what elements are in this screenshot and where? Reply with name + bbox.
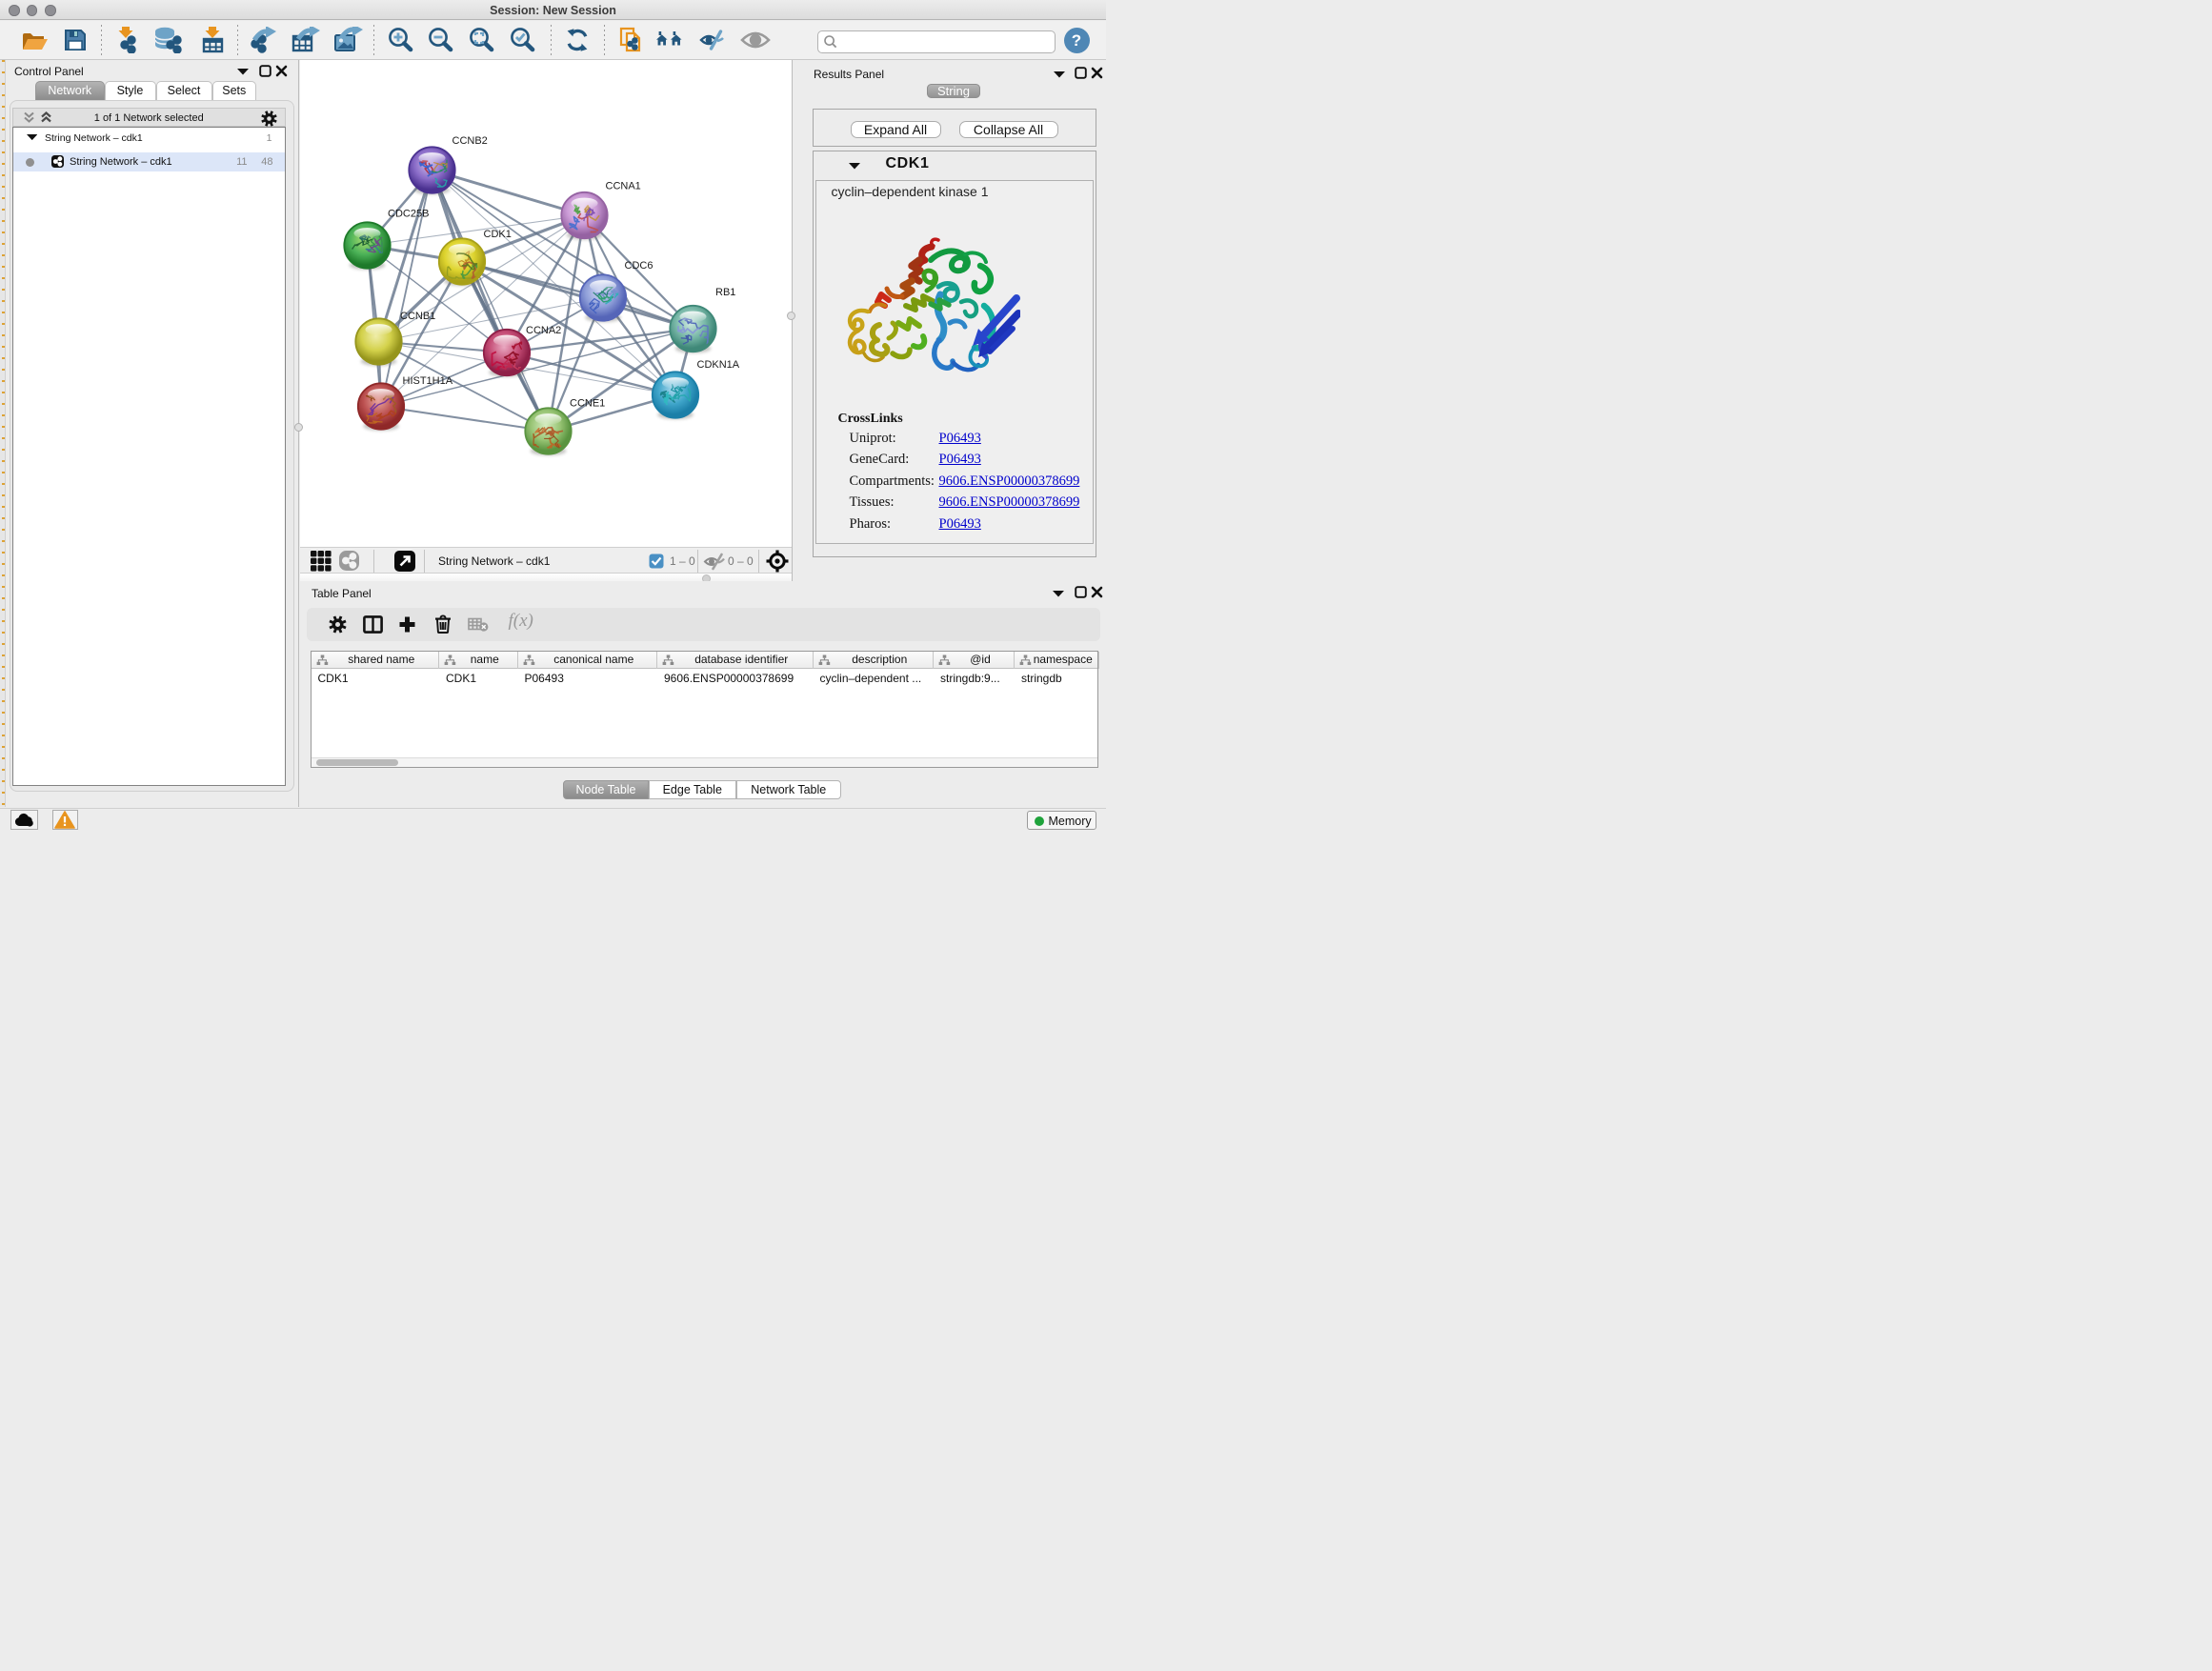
svg-text:CCNE1: CCNE1: [570, 398, 605, 410]
svg-text:CDC6: CDC6: [625, 260, 654, 272]
svg-text:RB1: RB1: [715, 287, 735, 298]
svg-text:HIST1H1A: HIST1H1A: [403, 375, 453, 387]
svg-text:CCNB2: CCNB2: [452, 135, 488, 147]
svg-text:CCNA1: CCNA1: [606, 181, 641, 192]
svg-text:CDC25B: CDC25B: [388, 209, 429, 220]
svg-text:CCNB1: CCNB1: [400, 311, 435, 322]
svg-text:CCNA2: CCNA2: [526, 325, 561, 336]
svg-text:CDKN1A: CDKN1A: [697, 359, 740, 371]
svg-text:CDK1: CDK1: [484, 229, 512, 240]
